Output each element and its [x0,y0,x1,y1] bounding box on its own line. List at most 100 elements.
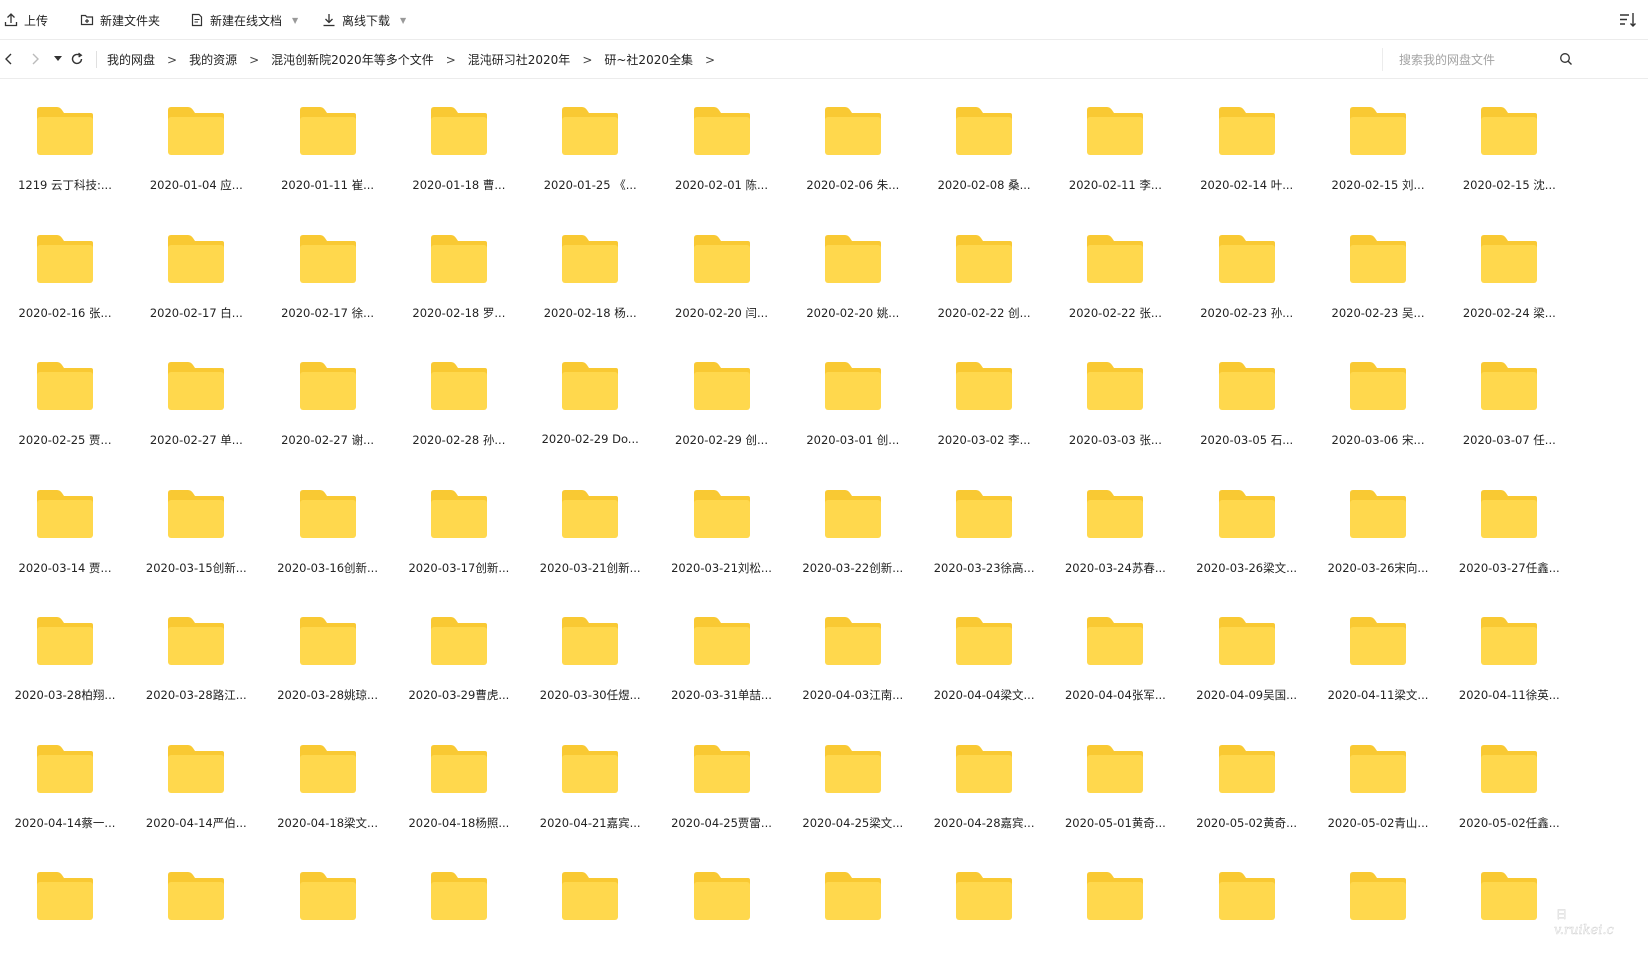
search-icon[interactable] [1559,52,1573,66]
folder-item[interactable]: 2020-05-02任鑫... [1447,718,1571,830]
folder-item[interactable]: 2020-03-29曹虎... [397,590,521,702]
offline-download-button[interactable]: 离线下载 ▼ [322,0,406,40]
search-input[interactable] [1397,51,1551,68]
folder-item[interactable]: 2020-05-02黄奇... [1185,718,1309,830]
folder-item[interactable]: 2020-03-14 贾... [3,463,127,575]
folder-item[interactable]: 2020-02-29 创... [660,335,784,447]
chevron-down-icon[interactable]: ▼ [292,16,298,25]
folder-item[interactable]: 2020-04-14蔡一... [3,718,127,830]
folder-item[interactable]: 2020-02-27 单... [134,335,258,447]
folder-item[interactable]: 2020-03-22创新... [791,463,915,575]
folder-item[interactable]: 2020-02-24 梁... [1447,208,1571,320]
breadcrumb-item[interactable]: 我的资源 [189,51,237,68]
folder-item[interactable]: 2020-04-11梁文... [1316,590,1440,702]
folder-item[interactable] [1185,845,1309,955]
folder-item[interactable]: 2020-03-28姚琼... [266,590,390,702]
folder-item[interactable]: 2020-03-21刘松... [660,463,784,575]
folder-item[interactable]: 2020-02-25 贾... [3,335,127,447]
folder-item[interactable]: 2020-01-04 应... [134,80,258,192]
folder-item[interactable]: 2020-04-18梁文... [266,718,390,830]
folder-item[interactable]: 2020-02-18 罗... [397,208,521,320]
folder-item[interactable] [134,845,258,955]
folder-item[interactable]: 2020-02-17 徐... [266,208,390,320]
breadcrumb-item[interactable]: 我的网盘 [107,51,155,68]
folder-item[interactable]: 2020-03-01 创... [791,335,915,447]
folder-item[interactable]: 2020-02-20 闫... [660,208,784,320]
folder-item[interactable]: 2020-03-30任煜... [528,590,652,702]
chevron-down-icon[interactable]: ▼ [400,16,406,25]
folder-item[interactable]: 2020-01-11 崔... [266,80,390,192]
folder-item[interactable] [266,845,390,955]
folder-item[interactable]: 2020-03-06 宋... [1316,335,1440,447]
breadcrumb-item[interactable]: 研~社2020全集 [604,51,693,68]
folder-item[interactable] [1316,845,1440,955]
folder-item[interactable]: 2020-04-04梁文... [922,590,1046,702]
folder-item[interactable]: 2020-01-18 曹... [397,80,521,192]
folder-item[interactable] [922,845,1046,955]
refresh-button[interactable] [68,50,86,68]
history-dropdown[interactable] [49,50,67,68]
folder-item[interactable]: 2020-02-18 杨... [528,208,652,320]
folder-item[interactable]: 2020-01-25 《... [528,80,652,192]
folder-item[interactable]: 2020-03-16创新... [266,463,390,575]
folder-item[interactable]: 2020-04-28嘉宾... [922,718,1046,830]
folder-item[interactable]: 2020-02-16 张... [3,208,127,320]
folder-item[interactable]: 2020-02-22 创... [922,208,1046,320]
folder-item[interactable]: 2020-03-07 任... [1447,335,1571,447]
folder-item[interactable]: 2020-04-11徐英... [1447,590,1571,702]
folder-item[interactable]: 2020-04-04张军... [1053,590,1177,702]
folder-item[interactable] [660,845,784,955]
folder-item[interactable] [3,845,127,955]
breadcrumb-item[interactable]: 混沌创新院2020年等多个文件 [271,51,434,68]
folder-item[interactable]: 2020-02-15 沈... [1447,80,1571,192]
folder-item[interactable]: 2020-03-17创新... [397,463,521,575]
breadcrumb-item[interactable]: 混沌研习社2020年 [468,51,571,68]
new-online-doc-button[interactable]: 新建在线文档 ▼ [190,0,298,40]
folder-item[interactable]: 2020-03-21创新... [528,463,652,575]
folder-item[interactable]: 2020-03-28柏翔... [3,590,127,702]
folder-item[interactable] [1053,845,1177,955]
folder-item[interactable]: 2020-04-09吴国... [1185,590,1309,702]
folder-item[interactable]: 2020-02-29 Do... [528,335,652,446]
folder-item[interactable]: 2020-03-26梁文... [1185,463,1309,575]
folder-item[interactable]: 2020-05-02青山... [1316,718,1440,830]
folder-item[interactable]: 2020-04-25梁文... [791,718,915,830]
folder-item[interactable]: 2020-02-01 陈... [660,80,784,192]
folder-item[interactable]: 2020-02-22 张... [1053,208,1177,320]
folder-item[interactable]: 1219 云丁科技:... [3,80,127,192]
folder-item[interactable]: 2020-02-08 桑... [922,80,1046,192]
folder-item[interactable]: 2020-02-20 姚... [791,208,915,320]
sort-button[interactable] [1618,10,1648,30]
folder-item[interactable]: 2020-04-03江南... [791,590,915,702]
folder-item[interactable]: 2020-03-24苏春... [1053,463,1177,575]
folder-item[interactable]: 2020-02-17 白... [134,208,258,320]
folder-item[interactable]: 2020-04-21嘉宾... [528,718,652,830]
folder-item[interactable]: 2020-03-23徐高... [922,463,1046,575]
folder-item[interactable] [397,845,521,955]
folder-item[interactable]: 2020-05-01黄奇... [1053,718,1177,830]
folder-item[interactable]: 2020-02-06 朱... [791,80,915,192]
folder-item[interactable]: 2020-02-15 刘... [1316,80,1440,192]
folder-item[interactable]: 2020-03-28路江... [134,590,258,702]
folder-item[interactable]: 2020-03-27任鑫... [1447,463,1571,575]
folder-item[interactable]: 2020-04-18杨照... [397,718,521,830]
folder-item[interactable]: 2020-02-11 李... [1053,80,1177,192]
forward-button[interactable] [26,50,44,68]
new-folder-button[interactable]: 新建文件夹 [80,0,160,40]
folder-item[interactable]: 2020-03-15创新... [134,463,258,575]
folder-item[interactable]: 2020-04-14严伯... [134,718,258,830]
folder-item[interactable]: 2020-02-23 吴... [1316,208,1440,320]
folder-item[interactable]: 2020-04-25贾雷... [660,718,784,830]
folder-item[interactable]: 2020-03-02 李... [922,335,1046,447]
folder-item[interactable] [528,845,652,955]
folder-item[interactable]: 2020-02-28 孙... [397,335,521,447]
folder-item[interactable]: 2020-03-03 张... [1053,335,1177,447]
folder-item[interactable]: 2020-02-27 谢... [266,335,390,447]
folder-item[interactable]: 2020-03-31单喆... [660,590,784,702]
folder-item[interactable]: 2020-02-14 叶... [1185,80,1309,192]
folder-item[interactable]: 2020-02-23 孙... [1185,208,1309,320]
folder-item[interactable] [791,845,915,955]
folder-item[interactable]: 2020-03-05 石... [1185,335,1309,447]
folder-item[interactable]: 2020-03-26宋向... [1316,463,1440,575]
back-button[interactable] [0,50,18,68]
